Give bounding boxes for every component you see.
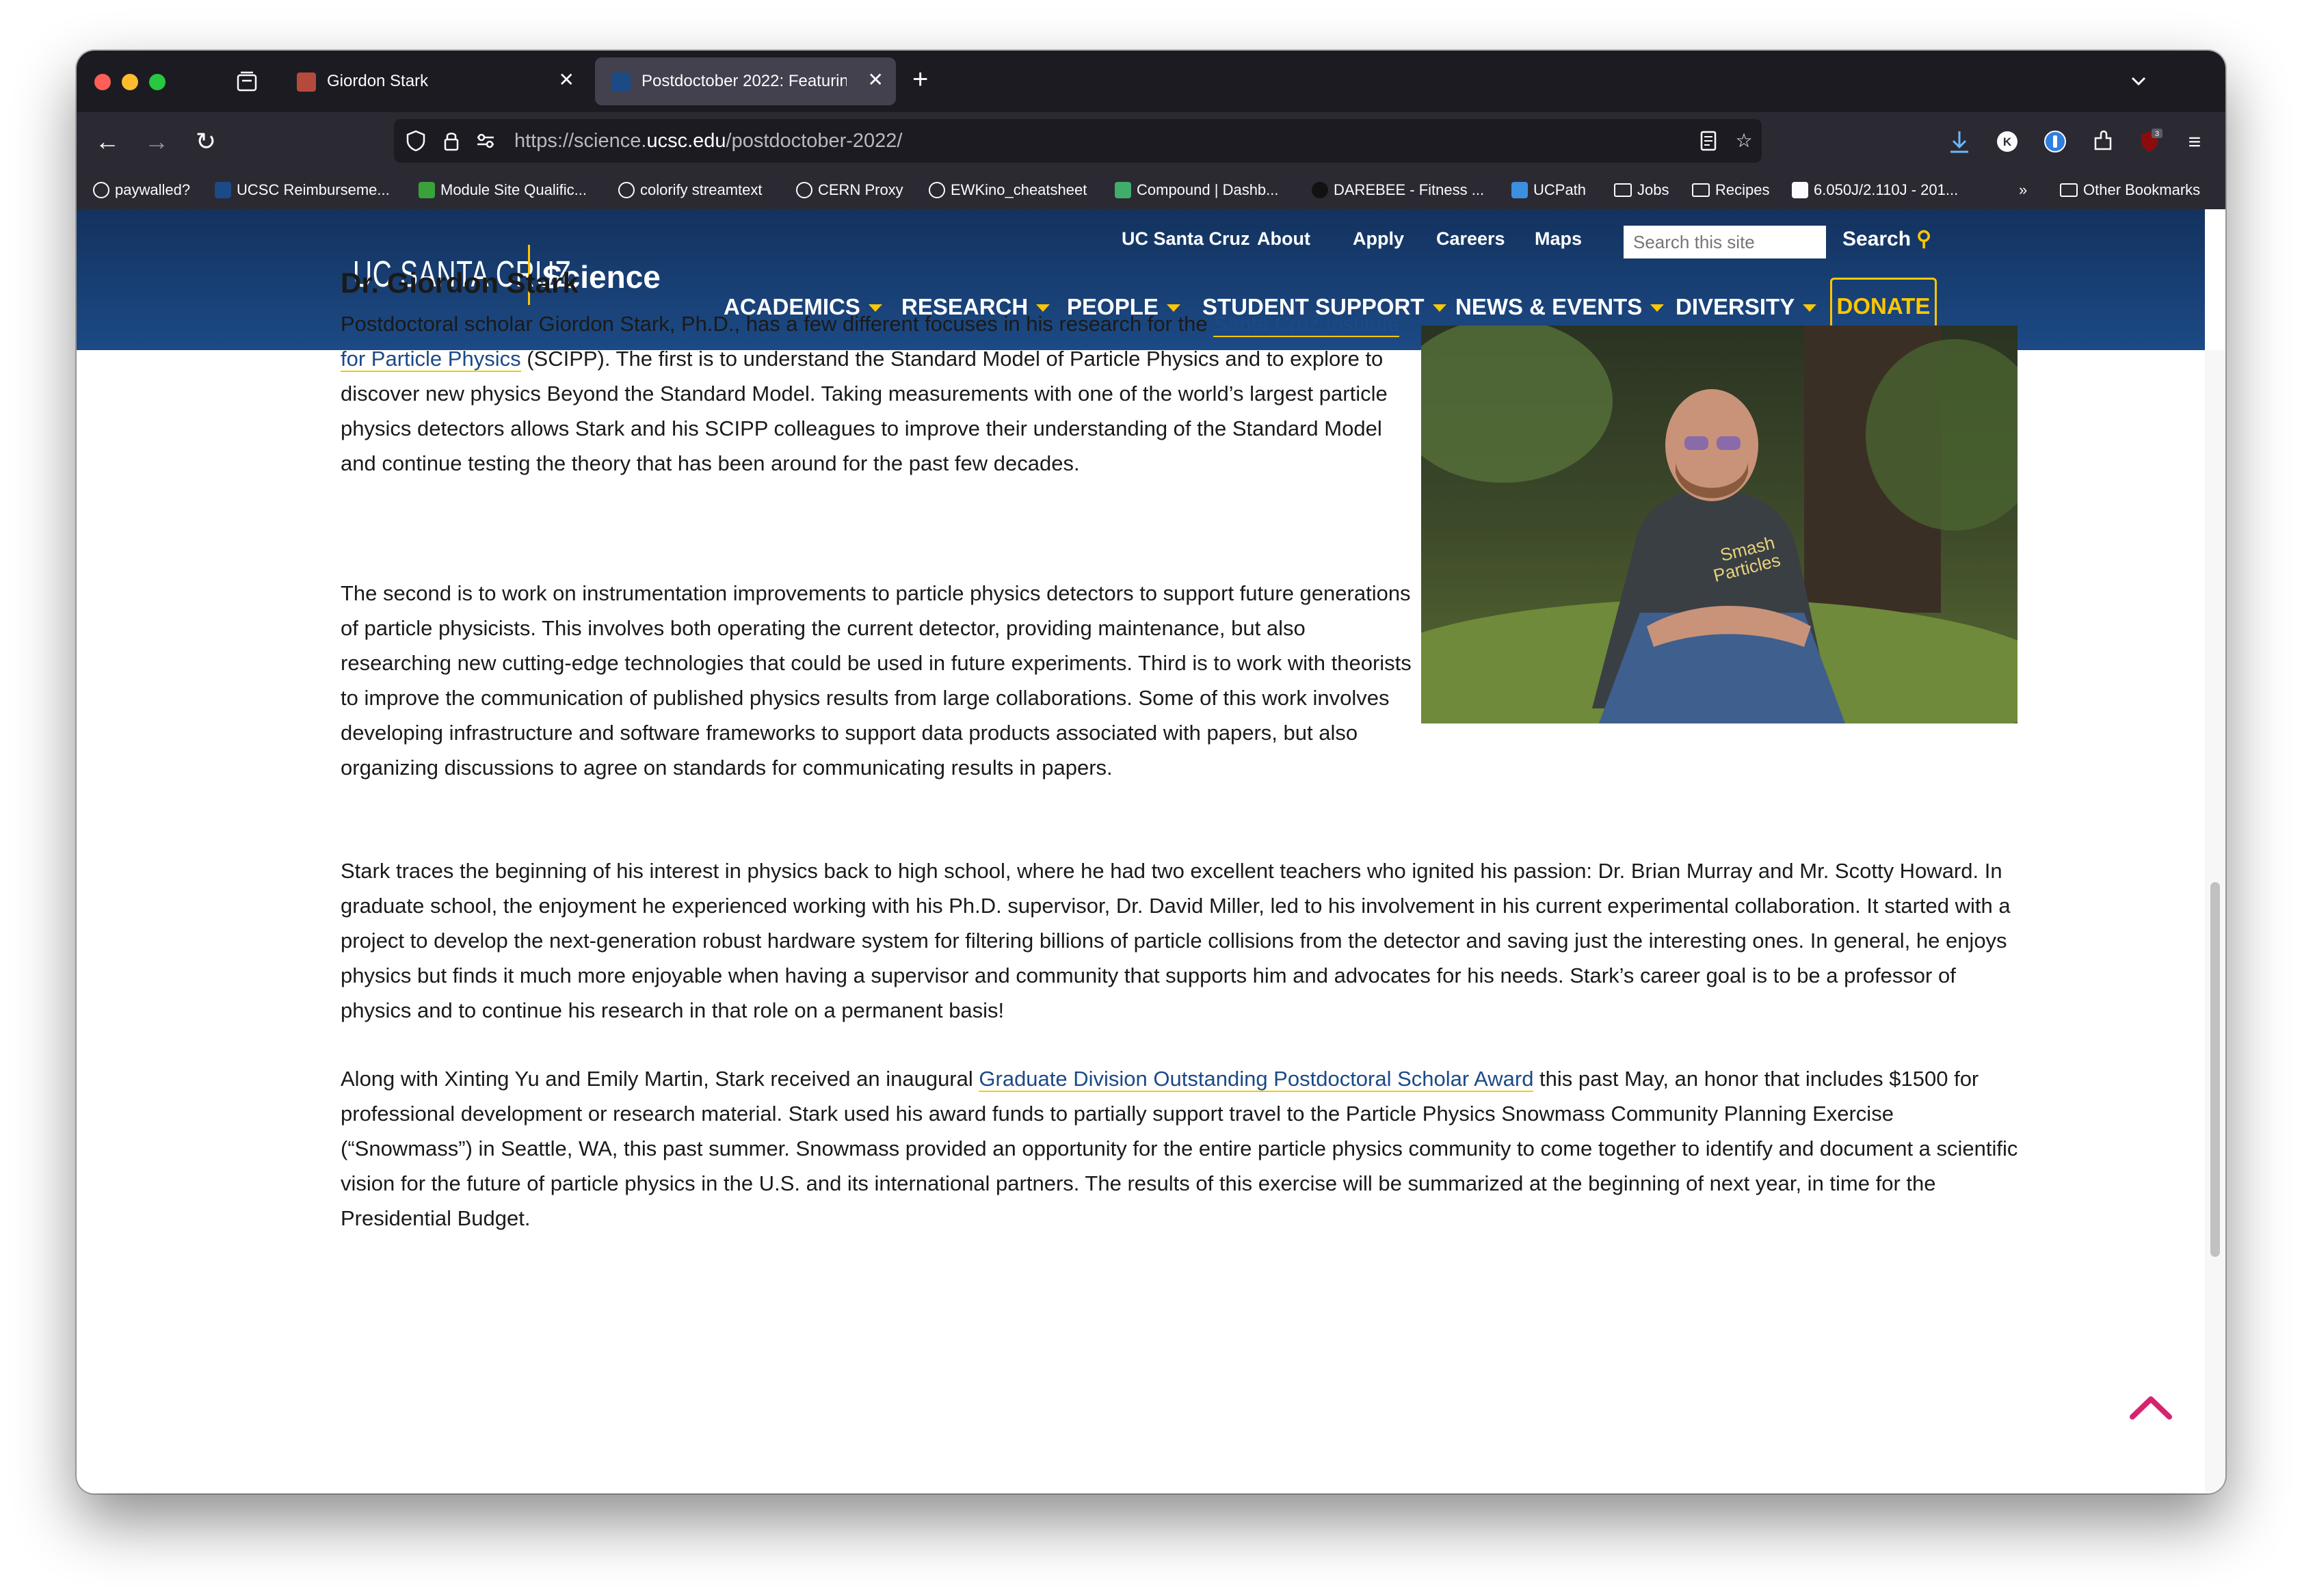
extensions-icon[interactable] (2086, 124, 2120, 159)
darebee-icon (1312, 182, 1328, 198)
back-to-top-icon[interactable] (2127, 1394, 2175, 1421)
navigation-toolbar: ← → ↻ https://science.ucsc.edu/postdocto… (77, 112, 2225, 171)
article-heading: Dr. Giordon Stark (341, 267, 579, 299)
svg-text:K: K (2003, 135, 2012, 148)
page-scrollbar[interactable] (2205, 350, 2225, 1493)
bookmark-item[interactable]: Module Site Qualific... (419, 178, 587, 202)
paragraph-2: The second is to work on instrumentation… (341, 581, 1412, 780)
scrollbar-thumb[interactable] (2210, 882, 2220, 1257)
browser-window: Giordon Stark ✕ Postdoctober 2022: Featu… (77, 51, 2225, 1493)
new-tab-icon[interactable]: + (912, 64, 928, 94)
bookmarks-toolbar: paywalled? UCSC Reimburseme... Module Si… (77, 171, 2225, 209)
postdoc-award-link[interactable]: Graduate Division Outstanding Postdoctor… (979, 1067, 1534, 1092)
paragraph-1: Postdoctoral scholar Giordon Stark, Ph.D… (341, 306, 1407, 481)
bookmark-item[interactable]: CERN Proxy (796, 178, 903, 202)
forward-icon[interactable]: → (140, 124, 174, 159)
paragraph-3: Stark traces the beginning of his intere… (341, 859, 2011, 1022)
bookmark-label: Recipes (1715, 181, 1770, 198)
ucsc-favicon-icon (611, 72, 631, 92)
url-prefix: https://science. (514, 130, 647, 152)
tab-strip: Giordon Stark ✕ Postdoctober 2022: Featu… (77, 51, 2225, 112)
password-manager-icon[interactable] (2038, 124, 2072, 159)
bookmark-item[interactable]: UCPath (1511, 178, 1586, 202)
minimize-window-button[interactable] (122, 74, 138, 90)
globe-icon (618, 182, 635, 198)
bookmark-item[interactable]: EWKino_cheatsheet (929, 178, 1087, 202)
eye-icon (929, 182, 945, 198)
p4-text-before: Along with Xinting Yu and Emily Martin, … (341, 1067, 979, 1091)
tab-manager-icon[interactable] (235, 70, 259, 93)
shield-icon[interactable] (403, 129, 428, 153)
downloads-icon[interactable] (1942, 124, 1976, 159)
web-page: UC SANTA CRUZ Science UC Santa Cruz Abou… (77, 209, 2225, 1493)
bookmark-item[interactable]: Recipes (1692, 178, 1769, 202)
p1-text-before: Postdoctoral scholar Giordon Stark, Ph.D… (341, 312, 1214, 336)
close-tab-icon[interactable]: ✕ (868, 70, 884, 90)
bookmark-item[interactable]: Jobs (1614, 178, 1669, 202)
globe-icon (93, 182, 109, 198)
bookmark-label: colorify streamtext (640, 181, 763, 198)
zoom-window-button[interactable] (149, 74, 166, 90)
bookmark-label: Other Bookmarks (2083, 181, 2201, 198)
more-bookmarks-icon[interactable]: » (2019, 178, 2027, 202)
tab-title: Giordon Stark (327, 72, 429, 90)
bookmark-label: UCPath (1533, 181, 1587, 198)
bookmark-label: DAREBEE - Fitness ... (1334, 181, 1485, 198)
bookmark-label: 6.050J/2.110J - 201... (1814, 181, 1959, 198)
close-window-button[interactable] (94, 74, 111, 90)
close-tab-icon[interactable]: ✕ (559, 70, 574, 90)
bookmark-label: UCSC Reimburseme... (237, 181, 390, 198)
bookmark-label: CERN Proxy (818, 181, 903, 198)
profile-favicon-icon (297, 72, 316, 92)
reload-icon[interactable]: ↻ (189, 124, 223, 159)
plus-icon (419, 182, 435, 198)
address-bar[interactable]: https://science.ucsc.edu/postdoctober-20… (394, 119, 1762, 163)
giordon-stark-photo: Smash Particles (1421, 325, 2017, 723)
bookmark-item[interactable]: Other Bookmarks (2060, 178, 2200, 202)
folder-icon (1692, 183, 1710, 197)
url-text[interactable]: https://science.ucsc.edu/postdoctober-20… (514, 130, 902, 152)
bookmark-label: Compound | Dashb... (1137, 181, 1279, 198)
tab-title: Postdoctober 2022: Featuring D (641, 72, 847, 90)
bookmark-label: Module Site Qualific... (440, 181, 587, 198)
chevron-down-icon[interactable] (2128, 71, 2149, 92)
reader-view-icon[interactable] (1696, 129, 1721, 153)
bookmark-label: paywalled? (115, 181, 191, 198)
folder-icon (1614, 183, 1632, 197)
bookmark-item[interactable]: 6.050J/2.110J - 201... (1792, 178, 1958, 202)
mit-icon (1792, 182, 1808, 198)
k-extension-icon[interactable]: K (1990, 124, 2024, 159)
bookmark-item[interactable]: paywalled? (93, 178, 190, 202)
url-path: /postdoctober-2022/ (726, 130, 903, 152)
folder-icon (2060, 183, 2078, 197)
article-body: Dr. Giordon Stark Postdoctoral scholar G… (77, 209, 2225, 1493)
tab-postdoctober[interactable]: Postdoctober 2022: Featuring D ✕ (595, 57, 896, 105)
ucpath-icon (1511, 182, 1528, 198)
bookmark-star-icon[interactable]: ☆ (1732, 129, 1756, 153)
bookmark-item[interactable]: DAREBEE - Fitness ... (1312, 178, 1484, 202)
bookmark-item[interactable]: UCSC Reimburseme... (215, 178, 390, 202)
ublock-icon[interactable]: 3 (2132, 124, 2167, 159)
bookmark-label: EWKino_cheatsheet (951, 181, 1087, 198)
extension-badge: 3 (2155, 130, 2159, 138)
permissions-icon[interactable] (473, 129, 498, 153)
bookmark-item[interactable]: Compound | Dashb... (1115, 178, 1279, 202)
back-icon[interactable]: ← (90, 124, 124, 159)
url-domain: ucsc.edu (646, 130, 726, 152)
globe-icon (796, 182, 812, 198)
paragraph-4: Along with Xinting Yu and Emily Martin, … (341, 1061, 2019, 1236)
bookmark-item[interactable]: colorify streamtext (618, 178, 763, 202)
hamburger-menu-icon[interactable]: ≡ (2178, 124, 2212, 159)
compound-icon (1115, 182, 1131, 198)
bookmark-label: Jobs (1637, 181, 1669, 198)
lock-icon[interactable] (439, 129, 464, 153)
ucsc-icon (215, 182, 231, 198)
tab-giordon-stark[interactable]: Giordon Stark ✕ (280, 57, 587, 105)
